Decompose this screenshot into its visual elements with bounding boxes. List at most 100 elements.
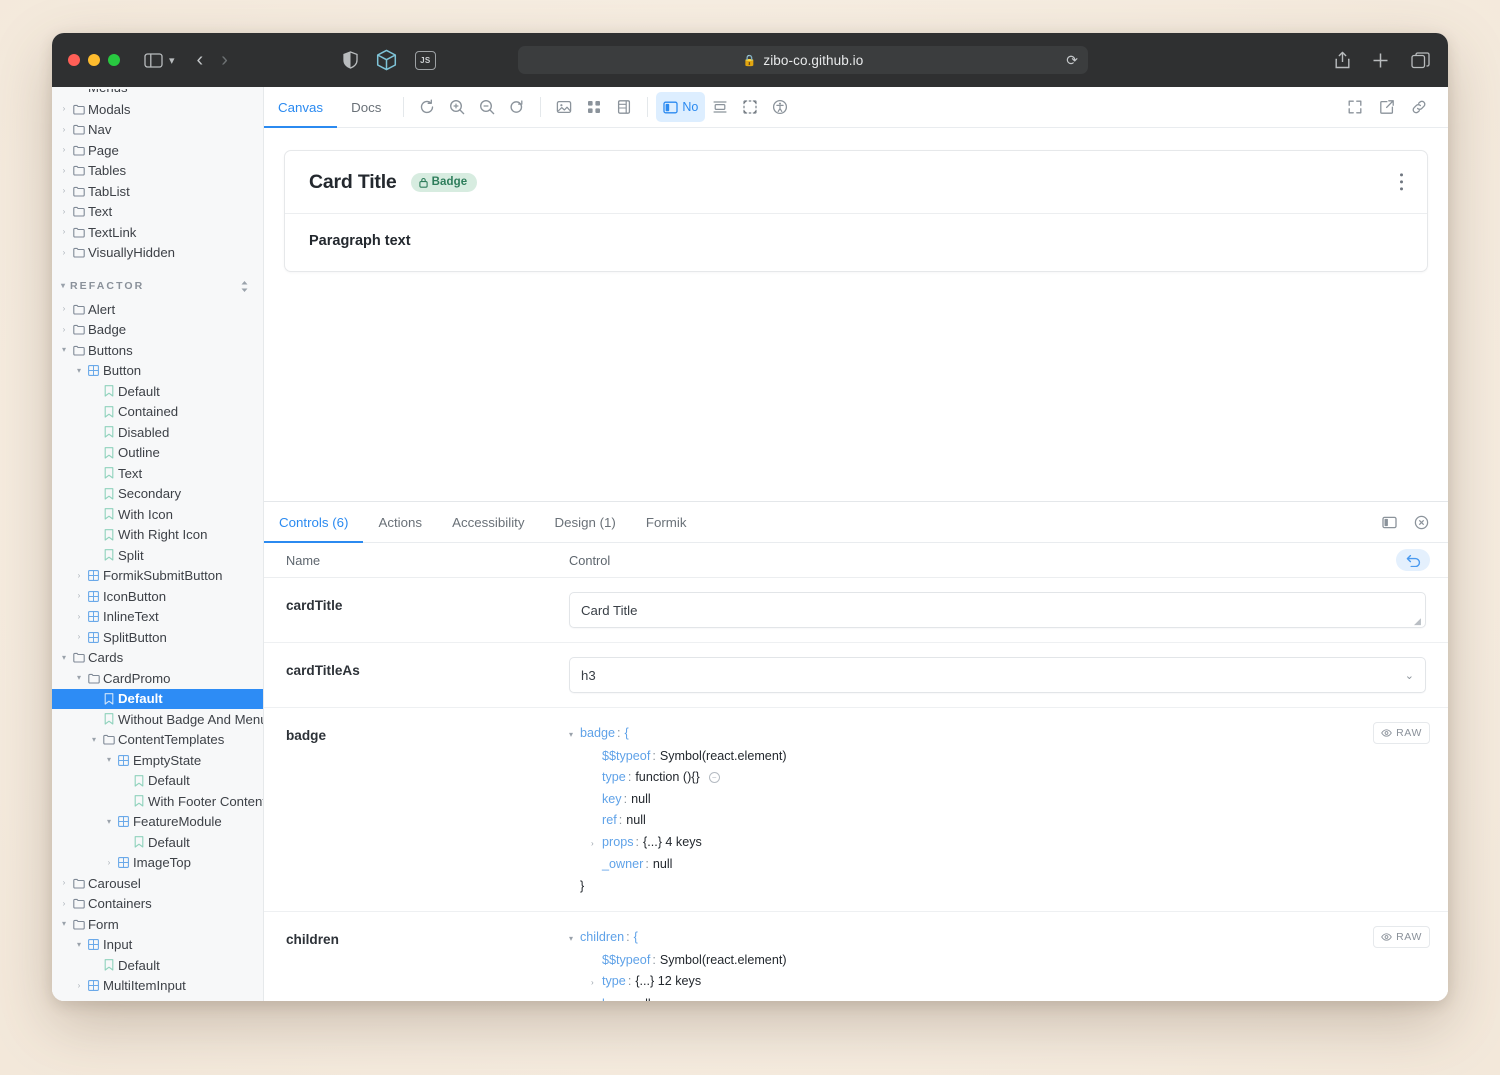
outline-icon[interactable]: [735, 92, 765, 122]
json-expand-icon[interactable]: ›: [591, 833, 602, 855]
tab-design[interactable]: Design (1): [540, 502, 631, 542]
sidebar-item-featuremodule[interactable]: ▾ FeatureModule: [52, 812, 263, 833]
sidebar-item-default[interactable]: · Default: [52, 832, 263, 853]
addon-panel-tools[interactable]: [1374, 502, 1436, 542]
sidebar-item-default[interactable]: · Default: [52, 771, 263, 792]
sidebar-item-nav[interactable]: › Nav: [52, 120, 263, 141]
tree-expand-icon[interactable]: ▾: [103, 756, 115, 764]
tab-docs[interactable]: Docs: [337, 87, 395, 127]
window-controls[interactable]: [68, 54, 120, 66]
tab-formik[interactable]: Formik: [631, 502, 702, 542]
sidebar-item-with-right-icon[interactable]: · With Right Icon: [52, 525, 263, 546]
sidebar-item-contained[interactable]: · Contained: [52, 402, 263, 423]
back-arrow-icon[interactable]: ‹: [197, 50, 204, 70]
sidebar-item-textlink[interactable]: › TextLink: [52, 222, 263, 243]
zoom-controls[interactable]: [412, 87, 532, 127]
sidebar-item-visuallyhidden[interactable]: › VisuallyHidden: [52, 243, 263, 264]
sort-toggle-icon[interactable]: [240, 280, 249, 293]
tab-actions[interactable]: Actions: [363, 502, 437, 542]
tree-expand-icon[interactable]: ▾: [88, 735, 100, 744]
shield-icon[interactable]: [343, 51, 358, 69]
sidebar-item-page[interactable]: › Page: [52, 140, 263, 161]
sidebar-item-with-icon[interactable]: · With Icon: [52, 504, 263, 525]
sidebar-item-split[interactable]: · Split: [52, 545, 263, 566]
tree-expand-icon[interactable]: ▾: [58, 346, 70, 354]
sidebar-item-input[interactable]: ▾ Input: [52, 935, 263, 956]
sidebar-item-disabled[interactable]: · Disabled: [52, 422, 263, 443]
json-tree-badge[interactable]: ▾ badge:{$$typeof: Symbol(react.element) ty…: [569, 722, 1426, 897]
canvas-toolbar[interactable]: Canvas Docs No: [264, 87, 1448, 128]
sidebar-item-modals[interactable]: › Modals: [52, 99, 263, 120]
storybook-sidebar[interactable]: ›Menus › Modals › Nav › Page › Tables › TabList › T…: [52, 87, 264, 1001]
sidebar-item-default[interactable]: · Default: [52, 955, 263, 976]
sidebar-item-splitbutton[interactable]: › SplitButton: [52, 627, 263, 648]
fullscreen-icon[interactable]: [1340, 92, 1370, 122]
sidebar-item-inlinetext[interactable]: › InlineText: [52, 607, 263, 628]
ruler-icon[interactable]: [705, 92, 735, 122]
share-icon[interactable]: [1335, 51, 1350, 69]
cardtitle-input[interactable]: Card Title ◢: [569, 592, 1426, 628]
sidebar-item-tablist[interactable]: › TabList: [52, 181, 263, 202]
tab-accessibility[interactable]: Accessibility: [437, 502, 539, 542]
sidebar-item-cards[interactable]: ▾ Cards: [52, 648, 263, 669]
sidebar-toggle-icon[interactable]: [144, 52, 163, 68]
tree-expand-icon[interactable]: ›: [73, 571, 85, 580]
tree-expand-icon[interactable]: ›: [73, 633, 85, 641]
address-bar[interactable]: 🔒 zibo-co.github.io ⟳: [518, 46, 1088, 74]
cube-extension-icon[interactable]: [376, 49, 397, 71]
tree-expand-icon[interactable]: ›: [58, 105, 70, 113]
sidebar-item-formiksubmitbutton[interactable]: › FormikSubmitButton: [52, 566, 263, 587]
tree-expand-icon[interactable]: ›: [73, 981, 85, 990]
sidebar-item-secondary[interactable]: · Secondary: [52, 484, 263, 505]
zoom-out-icon[interactable]: [472, 92, 502, 122]
background-image-icon[interactable]: [549, 92, 579, 122]
tab-canvas[interactable]: Canvas: [264, 87, 338, 128]
tree-expand-icon[interactable]: ›: [58, 146, 70, 154]
sidebar-item-default[interactable]: · Default: [52, 381, 263, 402]
raw-toggle-button[interactable]: RAW: [1373, 722, 1430, 744]
tree-expand-icon[interactable]: ›: [73, 592, 85, 600]
tree-expand-icon[interactable]: ▾: [58, 920, 70, 928]
zoom-reset-icon[interactable]: [502, 92, 532, 122]
tree-expand-icon[interactable]: ▾: [73, 366, 85, 375]
view-controls[interactable]: [549, 87, 639, 127]
sidebar-item-button[interactable]: ▾ Button: [52, 361, 263, 382]
accessibility-icon[interactable]: [765, 92, 795, 122]
tree-expand-icon[interactable]: ›: [58, 899, 70, 908]
sidebar-item-badge[interactable]: › Badge: [52, 320, 263, 341]
tree-expand-icon[interactable]: ›: [58, 166, 70, 175]
tree-expand-icon[interactable]: ›: [58, 305, 70, 313]
sidebar-item-without-badge-and-menu[interactable]: · Without Badge And Menu: [52, 709, 263, 730]
measure-icon[interactable]: [609, 92, 639, 122]
section-expand-icon[interactable]: ▾: [58, 282, 70, 290]
tree-expand-icon[interactable]: ›: [58, 248, 70, 257]
sidebar-item-containers[interactable]: › Containers: [52, 894, 263, 915]
remount-icon[interactable]: [412, 92, 442, 122]
kebab-menu-icon[interactable]: [1394, 167, 1409, 196]
tree-expand-icon[interactable]: ›: [73, 612, 85, 621]
canvas-right-tools[interactable]: [1340, 87, 1434, 127]
collapse-function-icon[interactable]: −: [708, 772, 720, 783]
viewport-selector[interactable]: No: [656, 92, 706, 122]
tree-expand-icon[interactable]: ›: [58, 879, 70, 887]
sidebar-item-iconbutton[interactable]: › IconButton: [52, 586, 263, 607]
reload-icon[interactable]: ⟳: [1066, 52, 1078, 69]
zoom-in-icon[interactable]: [442, 92, 472, 122]
minimize-window-button[interactable]: [88, 54, 100, 66]
cardtitleas-select[interactable]: h3 ⌄: [569, 657, 1426, 693]
tree-expand-icon[interactable]: ›: [58, 207, 70, 216]
tree-expand-icon[interactable]: ▾: [58, 653, 70, 662]
raw-toggle-button[interactable]: RAW: [1373, 926, 1430, 948]
sidebar-item-alert[interactable]: › Alert: [52, 299, 263, 320]
sidebar-tree[interactable]: ›Alert›Badge▾Buttons▾Button·Default·Cont…: [52, 299, 263, 1001]
open-new-tab-icon[interactable]: [1372, 92, 1402, 122]
addon-tab-bar[interactable]: Controls (6) Actions Accessibility Desig…: [264, 502, 1448, 543]
sidebar-item-emptystate[interactable]: ▾ EmptyState: [52, 750, 263, 771]
sidebar-item-text[interactable]: · Text: [52, 463, 263, 484]
close-window-button[interactable]: [68, 54, 80, 66]
json-tree-children[interactable]: ▾ children:{$$typeof: Symbol(react.element…: [569, 926, 1426, 1001]
sidebar-item-cardpromo[interactable]: ▾ CardPromo: [52, 668, 263, 689]
navigation-arrows[interactable]: ‹ ›: [197, 50, 228, 70]
chevron-down-icon[interactable]: ▾: [169, 54, 175, 67]
reset-controls-button[interactable]: [1396, 549, 1430, 571]
